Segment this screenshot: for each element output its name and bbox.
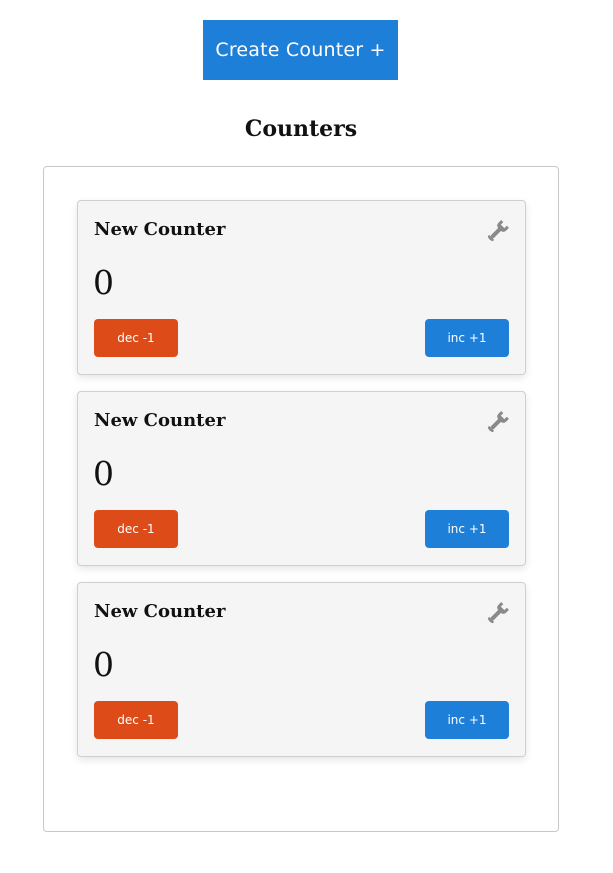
wrench-icon[interactable]	[485, 600, 511, 626]
increment-button[interactable]: inc +1	[425, 510, 509, 548]
counter-value: 0	[93, 645, 114, 684]
counter-card: New Counter 0 dec -1 inc +1	[77, 391, 526, 566]
counter-title: New Counter	[94, 601, 226, 622]
create-counter-button[interactable]: Create Counter +	[203, 20, 398, 80]
increment-button[interactable]: inc +1	[425, 319, 509, 357]
counters-list: New Counter 0 dec -1 inc +1 New Counter	[43, 166, 559, 832]
counter-title: New Counter	[94, 219, 226, 240]
decrement-button[interactable]: dec -1	[94, 701, 178, 739]
wrench-icon[interactable]	[485, 409, 511, 435]
counter-card: New Counter 0 dec -1 inc +1	[77, 200, 526, 375]
wrench-icon[interactable]	[485, 218, 511, 244]
increment-button[interactable]: inc +1	[425, 701, 509, 739]
counter-value: 0	[93, 454, 114, 493]
decrement-button[interactable]: dec -1	[94, 319, 178, 357]
page-title: Counters	[244, 116, 358, 142]
decrement-button[interactable]: dec -1	[94, 510, 178, 548]
counter-card: New Counter 0 dec -1 inc +1	[77, 582, 526, 757]
counter-value: 0	[93, 263, 114, 302]
counter-title: New Counter	[94, 410, 226, 431]
